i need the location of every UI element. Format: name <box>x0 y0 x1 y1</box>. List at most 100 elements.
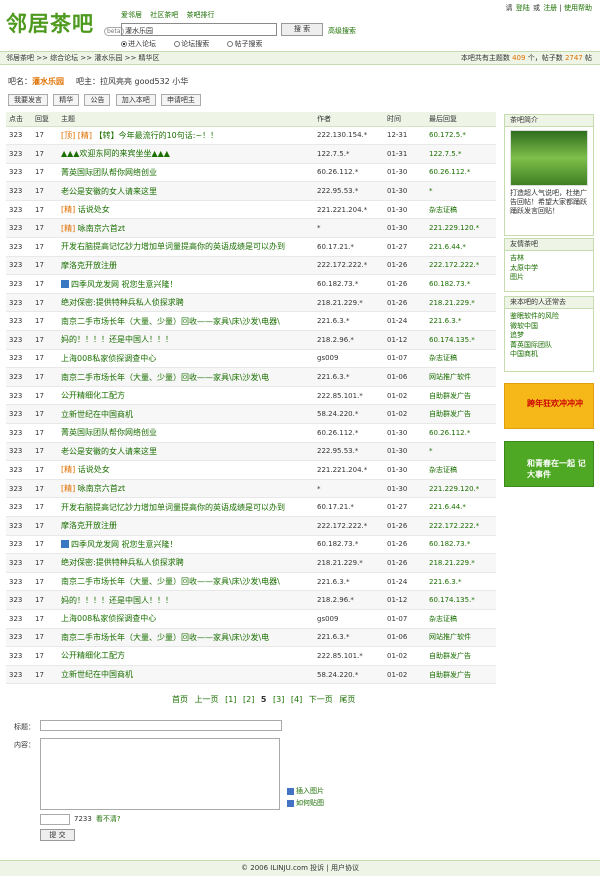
search-button[interactable]: 搜 索 <box>281 23 323 36</box>
tab-announcement[interactable]: 公告 <box>84 94 111 106</box>
radio-dot[interactable] <box>121 41 127 47</box>
topic-link[interactable]: 咏南京六首zt <box>78 484 125 493</box>
page-2[interactable]: [2] <box>243 695 254 704</box>
page-first[interactable]: 首页 <box>172 695 188 704</box>
page-prev[interactable]: 上一页 <box>195 695 219 704</box>
topic-link[interactable]: 妈的！！！！还是中国人！！！ <box>61 596 173 605</box>
radio-enter-forum[interactable]: 进入论坛 <box>121 40 164 48</box>
last-reply[interactable]: 60.26.112.* <box>426 423 496 443</box>
title-input[interactable] <box>40 720 282 731</box>
last-reply[interactable]: 218.21.229.* <box>426 293 496 313</box>
topic-link[interactable]: 老公是安徽的女人请来这里 <box>61 447 157 456</box>
bar-owners[interactable]: 吧主：拉风亮亮 good532 小华 <box>76 77 188 86</box>
radio-dot[interactable] <box>227 41 234 47</box>
ad-banner-new-year[interactable]: 跨年狂欢冲冲冲 <box>504 383 594 429</box>
also-visit-link[interactable]: 微软中国 <box>510 322 588 332</box>
search-input[interactable]: 灌水乐园 <box>121 23 277 36</box>
topic-link[interactable]: 咏南京六首zt <box>78 224 125 233</box>
topic-link[interactable]: 上海008私家侦探调查中心 <box>61 354 156 363</box>
friend-bar-link[interactable]: 吉林 <box>510 254 588 264</box>
last-reply[interactable]: 自助群发广告 <box>426 386 496 406</box>
last-reply[interactable]: 222.172.222.* <box>426 516 496 536</box>
last-reply[interactable]: 221.6.44.* <box>426 237 496 257</box>
last-reply[interactable]: 自助群发广告 <box>426 646 496 666</box>
join-bar-button[interactable]: 加入本吧 <box>115 94 156 106</box>
topic-link[interactable]: 妈的！！！！还是中国人！！！ <box>61 335 173 344</box>
topic-link[interactable]: 南京二手市场长年（大量、少量）回收——家具\床\沙发\电 <box>61 633 269 642</box>
topic-link[interactable]: 开发右脑提高记忆訬力增加单词量提高你的英语成绩是可以办到 <box>61 503 285 512</box>
last-reply[interactable]: 自助群发广告 <box>426 404 496 424</box>
captcha-input[interactable] <box>40 814 70 825</box>
login-link[interactable]: 登陆 <box>516 4 530 12</box>
last-reply[interactable]: 60.174.135.* <box>426 590 496 610</box>
last-reply[interactable]: 221.229.120.* <box>426 479 496 499</box>
also-visit-link[interactable]: 中国商机 <box>510 350 588 360</box>
nav-item-ranking[interactable]: 茶吧排行 <box>186 11 214 19</box>
topic-link[interactable]: 摩洛克开放注册 <box>61 261 117 270</box>
page-1[interactable]: [1] <box>225 695 236 704</box>
last-reply[interactable]: 60.172.5.* <box>426 126 496 146</box>
register-link[interactable]: 注册 <box>543 4 557 12</box>
friend-bar-link[interactable]: 图片 <box>510 273 588 283</box>
last-reply[interactable]: * <box>426 181 496 201</box>
last-reply[interactable]: 杂志证稿 <box>426 349 496 369</box>
topic-link[interactable]: 四季风龙发网 祝您生意兴隆！ <box>71 280 178 289</box>
topic-link[interactable]: 上海008私家侦探调查中心 <box>61 614 156 623</box>
last-reply[interactable]: 221.229.120.* <box>426 218 496 239</box>
topic-link[interactable]: 菁英国际团队帮你网络创业 <box>61 428 157 437</box>
also-visit-link[interactable]: 菁英国际团队 <box>510 341 588 351</box>
last-reply[interactable]: 60.174.135.* <box>426 330 496 350</box>
tab-featured[interactable]: 精华 <box>53 94 80 106</box>
topic-link[interactable]: 公开精细化工配方 <box>61 651 125 660</box>
submit-button[interactable]: 提 交 <box>40 829 75 841</box>
last-reply[interactable]: 122.7.5.* <box>426 144 496 164</box>
apply-owner-button[interactable]: 申请吧主 <box>160 94 201 106</box>
last-reply[interactable]: 221.6.3.* <box>426 572 496 592</box>
topic-link[interactable]: ▲▲▲欢迎东阿的来宾坐坐▲▲▲ <box>61 149 170 158</box>
topic-link[interactable]: 绝对保密:提供特种兵私人侦探求聘 <box>61 558 184 567</box>
radio-post-search[interactable]: 帖子搜索 <box>227 40 270 48</box>
topic-link[interactable]: 话说处女 <box>78 205 110 214</box>
friend-bar-link[interactable]: 太原中学 <box>510 264 588 274</box>
last-reply[interactable]: 60.182.73.* <box>426 535 496 555</box>
refresh-captcha-link[interactable]: 看不清? <box>96 815 121 823</box>
last-reply[interactable]: 221.6.44.* <box>426 497 496 517</box>
last-reply[interactable]: 222.172.222.* <box>426 256 496 276</box>
advanced-search-link[interactable]: 高级搜索 <box>328 26 356 36</box>
site-logo[interactable]: 邻居茶吧 beta <box>6 8 124 42</box>
topic-link[interactable]: 南京二手市场长年（大量、少量）回收——家具\床\沙发\电器\ <box>61 317 280 326</box>
last-reply[interactable]: 218.21.229.* <box>426 553 496 573</box>
topic-link[interactable]: 摩洛克开放注册 <box>61 521 117 530</box>
also-visit-link[interactable]: 追梦 <box>510 331 588 341</box>
post-button[interactable]: 我要发言 <box>8 94 48 106</box>
page-4[interactable]: [4] <box>291 695 302 704</box>
topic-link[interactable]: 南京二手市场长年（大量、少量）回收——家具\床\沙发\电 <box>61 373 269 382</box>
breadcrumb[interactable]: 邻居茶吧 >> 综合论坛 >> 灌水乐园 >> 精华区 <box>6 54 160 62</box>
how-to-post-image-link[interactable]: 如何贴图 <box>287 798 324 808</box>
radio-forum-search[interactable]: 论坛搜索 <box>174 40 217 48</box>
complain-link[interactable]: 投诉 <box>310 864 324 872</box>
page-last[interactable]: 尾页 <box>339 695 355 704</box>
agreement-link[interactable]: 用户协议 <box>331 864 359 872</box>
last-reply[interactable]: 221.6.3.* <box>426 311 496 332</box>
topic-link[interactable]: 【转】今年最流行的10句话:~！！ <box>95 131 219 140</box>
last-reply[interactable]: * <box>426 442 496 462</box>
last-reply[interactable]: 60.182.73.* <box>426 274 496 294</box>
topic-link[interactable]: 菁英国际团队帮你网络创业 <box>61 168 157 177</box>
last-reply[interactable]: 自助群发广告 <box>426 665 496 685</box>
last-reply[interactable]: 网站推广软件 <box>426 628 496 648</box>
last-reply[interactable]: 网站推广软件 <box>426 367 496 387</box>
nav-item-community[interactable]: 社区茶吧 <box>150 11 178 19</box>
also-visit-link[interactable]: 鉴眠软件的风险 <box>510 312 588 322</box>
topic-link[interactable]: 公开精细化工配方 <box>61 391 125 400</box>
last-reply[interactable]: 杂志证稿 <box>426 609 496 629</box>
topic-link[interactable]: 立新世纪在中国商机 <box>61 670 133 679</box>
topic-link[interactable]: 四季风龙发网 祝您生意兴隆！ <box>71 540 178 549</box>
topic-link[interactable]: 立新世纪在中国商机 <box>61 410 133 419</box>
topic-link[interactable]: 话说处女 <box>78 465 110 474</box>
page-3[interactable]: [3] <box>273 695 284 704</box>
topic-link[interactable]: 绝对保密:提供特种兵私人侦探求聘 <box>61 298 184 307</box>
ad-banner-youth[interactable]: 和青春在一起 记大事件 <box>504 441 594 487</box>
topic-link[interactable]: 南京二手市场长年（大量、少量）回收——家具\床\沙发\电器\ <box>61 577 280 586</box>
topic-link[interactable]: 开发右脑提高记忆訬力增加单词量提高你的英语成绩是可以办到 <box>61 242 285 251</box>
